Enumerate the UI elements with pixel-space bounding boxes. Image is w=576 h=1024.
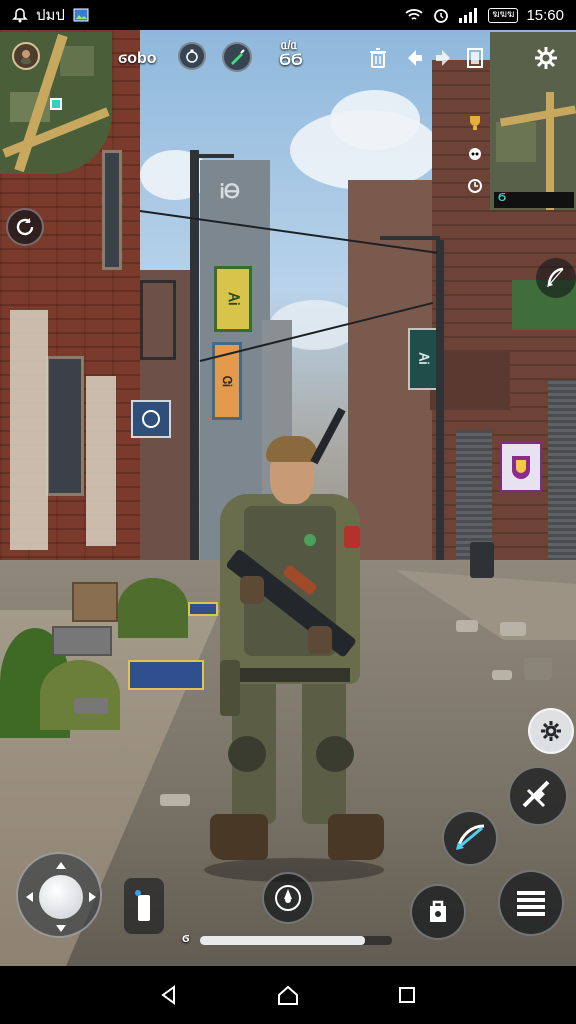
shop-sign-teal: ᎪᎥ: [408, 328, 438, 390]
wall-plaque: [131, 400, 171, 438]
progress-label: ϭ: [182, 930, 190, 945]
door-icon[interactable]: [462, 44, 488, 72]
street-lamp-pole-right: [436, 240, 444, 580]
status-bar: ปมป ฆฆฆ 15:60: [0, 0, 576, 30]
balcony: [140, 280, 176, 360]
map-block: [496, 122, 536, 162]
weeds: [118, 578, 188, 638]
status-left-text: ปมป: [36, 7, 65, 24]
android-nav-bar: [0, 966, 576, 1024]
concrete-block: [52, 626, 112, 656]
chest-patch: [304, 534, 316, 546]
map-block: [60, 46, 94, 76]
reload-icon[interactable]: [6, 208, 44, 246]
holster: [220, 660, 240, 716]
player-name-label: ϭobo: [118, 50, 157, 67]
skull-icon[interactable]: [462, 142, 488, 168]
street-lamp-arm-right: [380, 236, 440, 240]
trash-icon[interactable]: [364, 44, 392, 72]
phone-icon[interactable]: [124, 878, 164, 934]
stamina-bar-fill: [200, 936, 366, 945]
back-icon[interactable]: [149, 975, 189, 1015]
map-road: [499, 105, 576, 127]
home-icon[interactable]: [268, 975, 308, 1015]
building-sign-top: ᎥᎾ: [220, 179, 240, 203]
settings-button[interactable]: [528, 708, 574, 754]
trophy-icon[interactable]: [462, 110, 488, 136]
alarm-icon: [12, 7, 28, 23]
player-character[interactable]: [204, 406, 384, 886]
torn-poster: [86, 376, 116, 546]
rubble: [160, 794, 190, 806]
character-right-boot: [328, 814, 384, 860]
backpack-button[interactable]: [410, 884, 466, 940]
timer-icon[interactable]: [462, 172, 488, 198]
settings-icon[interactable]: [530, 42, 562, 74]
player-avatar[interactable]: [12, 42, 40, 70]
aim-button[interactable]: [442, 810, 498, 866]
rubble: [524, 658, 552, 680]
supply-box[interactable]: [128, 660, 204, 690]
recents-icon[interactable]: [387, 975, 427, 1015]
status-time: 15:60: [526, 6, 564, 24]
store-logo-sign: [500, 442, 542, 492]
rifle-barrel-back: [310, 407, 346, 465]
direction-icon[interactable]: [402, 44, 456, 72]
wooden-crate: [72, 582, 118, 622]
shop-sign-green: ᎪᎥ: [214, 266, 252, 332]
stamina-bar: [200, 936, 392, 945]
gallery-icon: [73, 8, 89, 22]
belt: [234, 668, 350, 682]
alarm-clock-icon: [432, 6, 450, 24]
street-lamp-pole: [190, 150, 199, 630]
knee-pad: [316, 736, 354, 772]
glove: [308, 626, 332, 654]
rubble: [492, 670, 512, 680]
weeds: [40, 660, 120, 730]
bandana: [266, 436, 318, 462]
sniper-button[interactable]: [508, 766, 568, 826]
character-left-boot: [210, 814, 268, 860]
torn-poster: [10, 310, 48, 550]
knife-icon[interactable]: [222, 42, 252, 72]
rubble: [74, 698, 108, 714]
bow-icon[interactable]: [536, 258, 576, 298]
trash-bin: [470, 542, 494, 578]
battery-icon: ฆฆฆ: [488, 7, 519, 23]
rubble: [500, 622, 526, 636]
joystick-knob[interactable]: [39, 875, 83, 919]
player-marker: [50, 98, 62, 110]
cloud: [330, 90, 420, 150]
window: [46, 356, 84, 496]
glove: [240, 576, 264, 604]
grenade-icon[interactable]: [178, 42, 206, 70]
movement-joystick[interactable]: [16, 852, 102, 938]
ammo-total-label: ᥲ/ᥲ: [280, 38, 298, 52]
signal-icon: [458, 7, 480, 23]
window: [102, 150, 122, 270]
minimap-label: Ϭ: [498, 192, 507, 204]
ammo-count-label: ϬϬ: [279, 52, 303, 69]
street-lamp-arm: [196, 154, 234, 158]
compass-icon[interactable]: [262, 872, 314, 924]
menu-button[interactable]: [498, 870, 564, 936]
shoulder-patch: [344, 526, 360, 548]
wifi-icon: [404, 7, 424, 23]
rubble: [456, 620, 478, 632]
knee-pad: [228, 736, 266, 772]
